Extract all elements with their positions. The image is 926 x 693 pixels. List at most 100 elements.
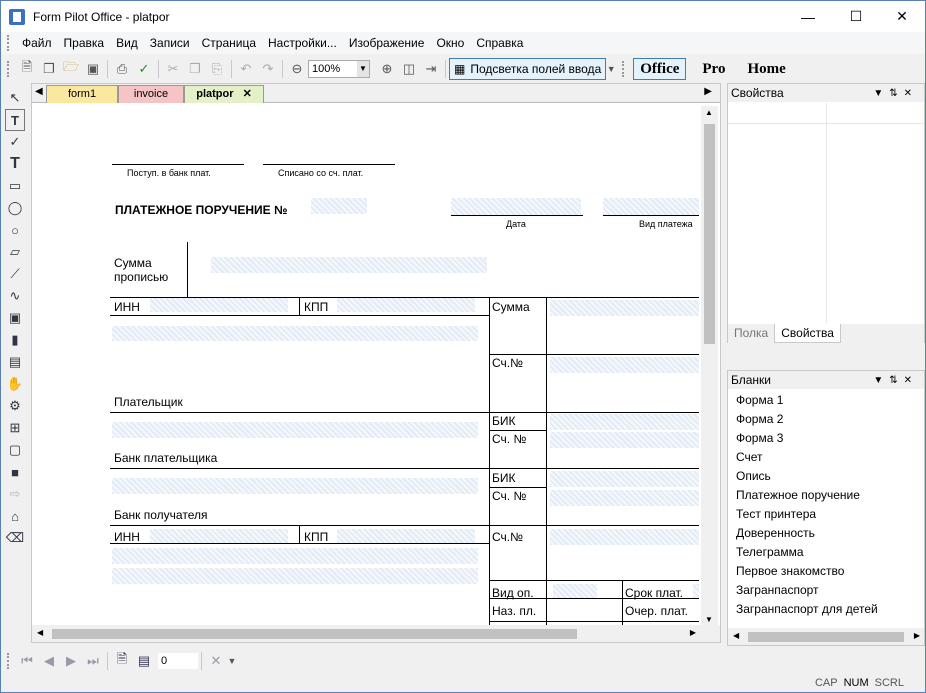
move-icon[interactable]: ⇥	[420, 58, 442, 80]
stamp-icon[interactable]: ⚙	[5, 395, 25, 417]
tab-properties[interactable]: Свойства	[774, 324, 841, 343]
barcode-icon[interactable]: ▮	[5, 329, 25, 351]
payer-account-field[interactable]	[550, 357, 699, 373]
recipient-account-field[interactable]	[550, 529, 699, 545]
list-item[interactable]: Загранпаспорт	[728, 581, 924, 600]
record-list-icon[interactable]: ▤	[133, 650, 155, 672]
undo-icon[interactable]: ↶	[235, 58, 257, 80]
copy-icon[interactable]: ❐	[184, 58, 206, 80]
payment-type-field[interactable]	[603, 198, 699, 215]
menu-settings[interactable]: Настройки...	[262, 32, 343, 54]
list-item[interactable]: Первое знакомство	[728, 562, 924, 581]
blanks-controls-icon[interactable]: ▼⇅✕	[873, 375, 924, 386]
list-item[interactable]: Тест принтера	[728, 505, 924, 524]
scroll-left-icon[interactable]: ◀	[37, 628, 43, 637]
vertical-scroll-thumb[interactable]	[704, 124, 715, 344]
nav-overflow-icon[interactable]: ▼	[227, 650, 237, 672]
text-field-icon[interactable]: T	[5, 109, 25, 131]
op-type-field[interactable]	[553, 584, 597, 598]
menu-page[interactable]: Страница	[196, 32, 262, 54]
list-item[interactable]: Загранпаспорт для детей	[728, 600, 924, 619]
checkmark-icon[interactable]: ✓	[5, 131, 25, 153]
record-number-field[interactable]: 0	[158, 653, 198, 669]
wave-icon[interactable]: ∿	[5, 285, 25, 307]
eraser-icon[interactable]: ⌫	[5, 527, 25, 549]
chevron-down-icon[interactable]: ▼	[357, 61, 369, 77]
prev-record-icon[interactable]: ◀	[38, 650, 60, 672]
payer-bik-field[interactable]	[550, 414, 699, 430]
home-up-icon[interactable]: ⌂	[5, 505, 25, 527]
blanks-scroll-left-icon[interactable]: ◀	[733, 631, 739, 640]
sum-field[interactable]	[550, 300, 699, 316]
first-record-icon[interactable]: ⏮	[16, 650, 38, 672]
line-icon[interactable]: ⟋	[5, 263, 25, 285]
menu-window[interactable]: Окно	[430, 32, 470, 54]
text-icon[interactable]: T	[5, 153, 25, 175]
menu-file[interactable]: Файл	[16, 32, 58, 54]
edition-pro-button[interactable]: Pro	[696, 58, 731, 80]
recipient-kpp-field[interactable]	[337, 529, 475, 543]
new-file-icon[interactable]: 🗎	[16, 58, 38, 80]
blanks-horizontal-scrollbar[interactable]: ◀ ▶	[728, 628, 924, 645]
redo-icon[interactable]: ↷	[257, 58, 279, 80]
list-item[interactable]: Счет	[728, 448, 924, 467]
polygon-icon[interactable]: ▱	[5, 241, 25, 263]
zoom-select[interactable]: 100% ▼	[308, 60, 370, 78]
recipient-bank-account-field[interactable]	[550, 490, 699, 506]
scroll-right-icon[interactable]: ▶	[690, 628, 696, 637]
toolbar-overflow-icon[interactable]: ▼	[606, 58, 616, 80]
list-item[interactable]: Форма 3	[728, 429, 924, 448]
cut-icon[interactable]: ✂	[162, 58, 184, 80]
open-folder-icon[interactable]: 🗁	[60, 58, 82, 80]
close-button[interactable]: ✕	[879, 1, 925, 32]
list-item[interactable]: Форма 1	[728, 391, 924, 410]
list-item[interactable]: Платежное поручение	[728, 486, 924, 505]
fit-page-icon[interactable]: ◫	[398, 58, 420, 80]
fill-icon[interactable]: ■	[5, 461, 25, 483]
list-item[interactable]: Опись	[728, 467, 924, 486]
hand-icon[interactable]: ✋	[5, 373, 25, 395]
horizontal-scroll-thumb[interactable]	[52, 629, 577, 639]
tab-invoice[interactable]: invoice	[118, 85, 184, 103]
menu-edit[interactable]: Правка	[58, 32, 111, 54]
doc-number-field[interactable]	[311, 198, 367, 214]
blanks-scroll-thumb[interactable]	[748, 632, 904, 642]
scanner-icon[interactable]: ▤	[5, 351, 25, 373]
menu-help[interactable]: Справка	[470, 32, 529, 54]
arrow-right-icon[interactable]: ⇨	[5, 483, 25, 505]
new-record-icon[interactable]: 🗎	[111, 650, 133, 672]
tab-scroll-right-icon[interactable]: ▶	[704, 86, 712, 97]
zoom-out-icon[interactable]: ⊖	[286, 58, 308, 80]
menu-records[interactable]: Записи	[144, 32, 196, 54]
pointer-icon[interactable]: ↖	[5, 87, 25, 109]
blanks-scroll-right-icon[interactable]: ▶	[914, 631, 920, 640]
recipient-inn-field[interactable]	[150, 529, 288, 543]
image-icon[interactable]: ▣	[5, 307, 25, 329]
circle-icon[interactable]: ○	[5, 219, 25, 241]
edition-home-button[interactable]: Home	[741, 58, 791, 80]
copy-document-icon[interactable]: ❐	[38, 58, 60, 80]
maximize-button[interactable]: ☐	[833, 1, 879, 32]
zoom-in-icon[interactable]: ⊕	[376, 58, 398, 80]
panel-controls-icon[interactable]: ▼⇅✕	[873, 88, 924, 99]
highlight-fields-button[interactable]: ▦ Подсветка полей ввода	[449, 58, 607, 80]
tab-shelf[interactable]: Полка	[728, 324, 774, 343]
scroll-up-icon[interactable]: ▲	[705, 108, 713, 117]
list-item[interactable]: Доверенность	[728, 524, 924, 543]
tab-form1[interactable]: form1	[46, 85, 118, 103]
menu-view[interactable]: Вид	[110, 32, 144, 54]
delete-record-icon[interactable]: ✕	[205, 650, 227, 672]
payer-name-field[interactable]	[112, 326, 478, 341]
paste-icon[interactable]: ⎘	[206, 58, 228, 80]
ellipse-icon[interactable]: ◯	[5, 197, 25, 219]
rectangle-icon[interactable]: ▭	[5, 175, 25, 197]
recipient-bik-field[interactable]	[550, 471, 699, 487]
menu-image[interactable]: Изображение	[343, 32, 431, 54]
last-record-icon[interactable]: ⏭	[82, 650, 104, 672]
tab-platpor[interactable]: platpor ✕	[184, 85, 264, 103]
term-field[interactable]	[693, 584, 699, 598]
save-icon[interactable]: ▣	[82, 58, 104, 80]
close-tab-icon[interactable]: ✕	[243, 88, 252, 100]
sum-words-field[interactable]	[211, 257, 487, 273]
vertical-scrollbar[interactable]: ▲ ▼	[701, 106, 718, 626]
